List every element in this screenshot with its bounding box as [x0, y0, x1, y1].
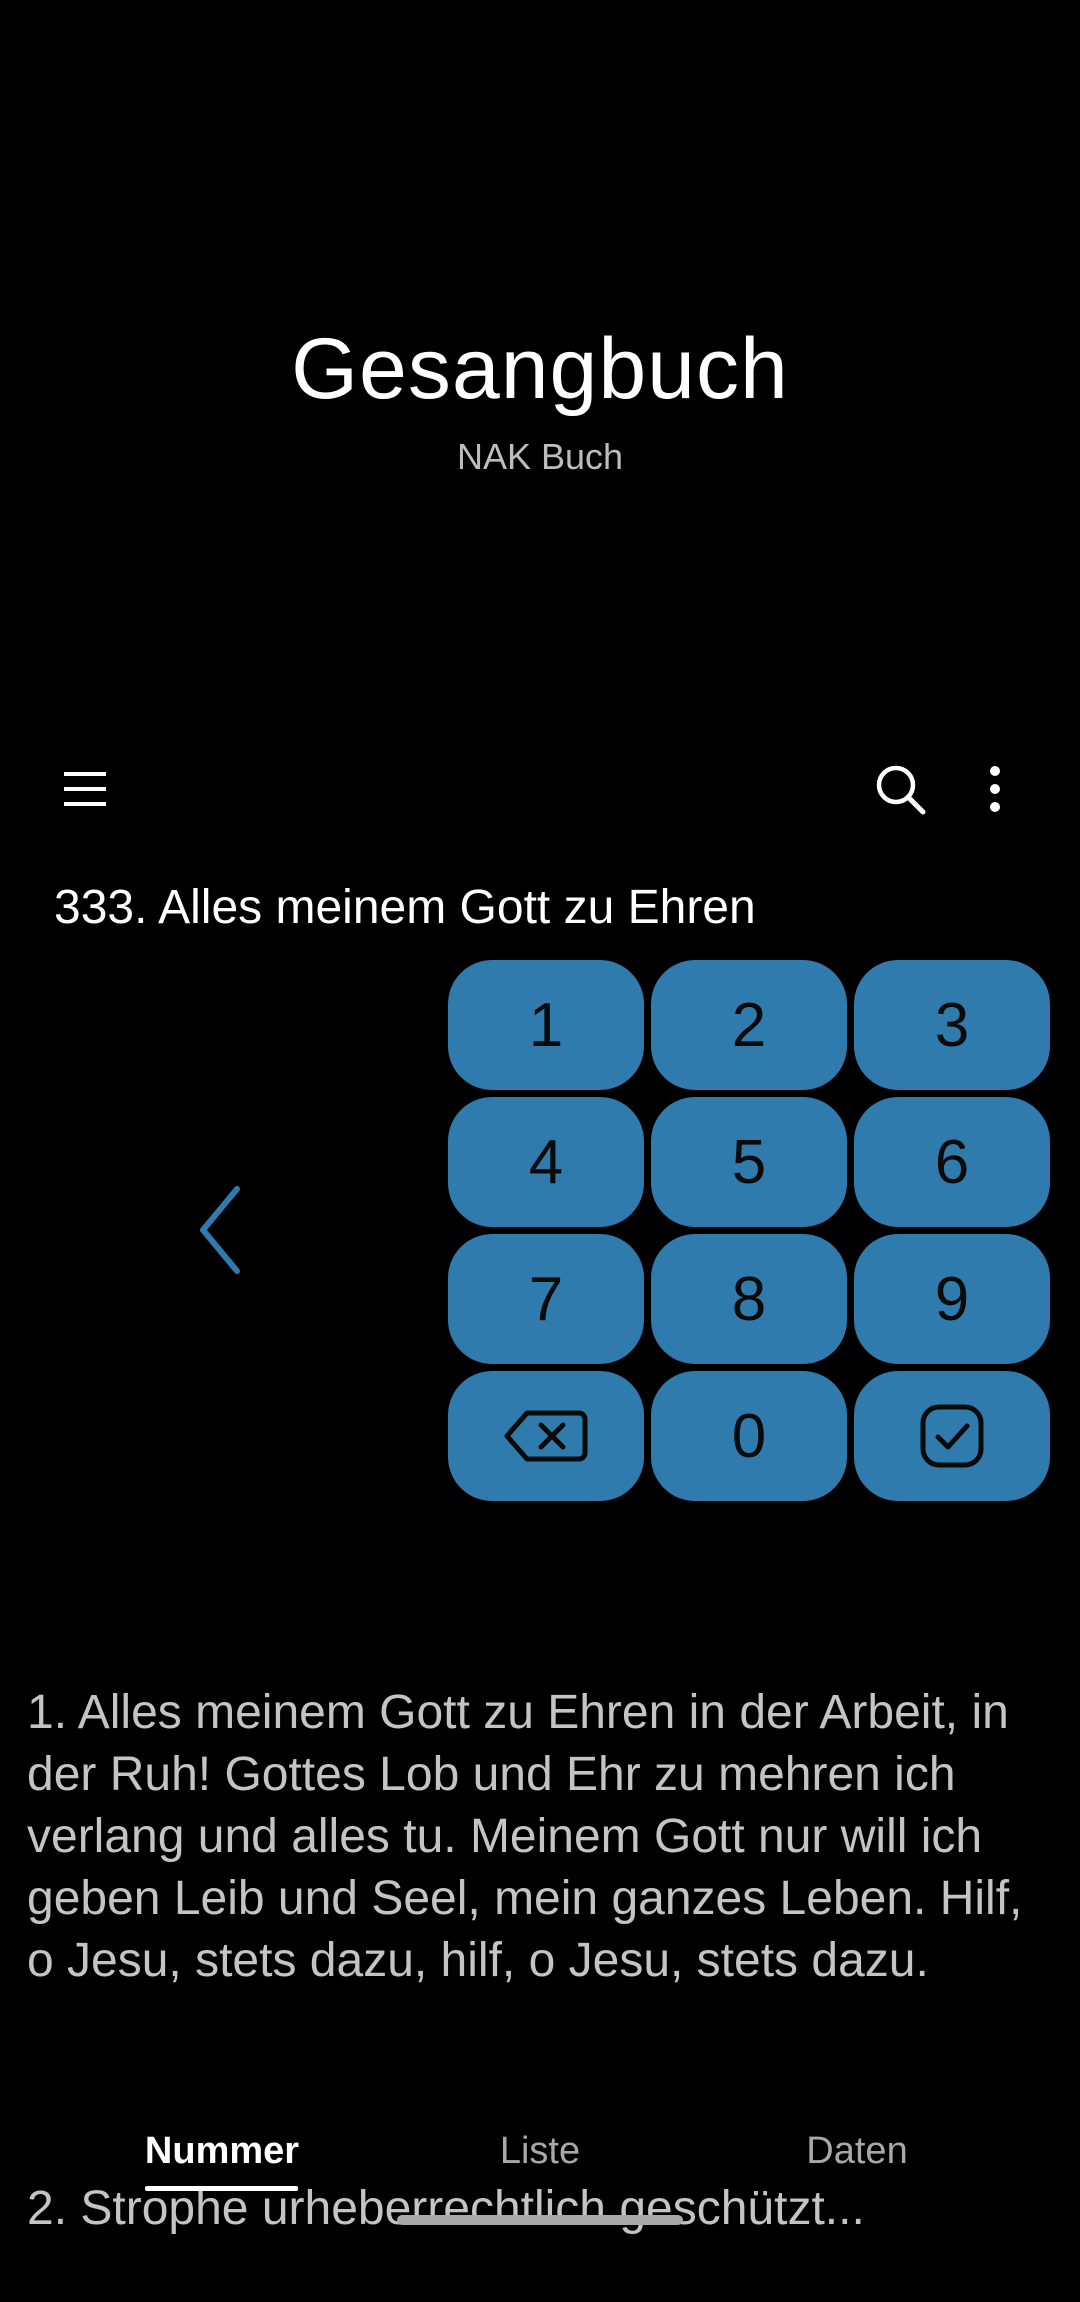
key-0[interactable]: 0 [651, 1371, 847, 1501]
more-vert-icon [990, 766, 1000, 812]
hamburger-menu-icon [64, 772, 106, 806]
tab-daten[interactable]: Daten [697, 2130, 1017, 2173]
check-square-icon [920, 1404, 984, 1468]
key-1[interactable]: 1 [448, 960, 644, 1090]
song-title: 333. Alles meinem Gott zu Ehren [54, 881, 756, 934]
bottom-navigation: Nummer Liste Daten [0, 2130, 1080, 2190]
chevron-left-icon [200, 1186, 240, 1274]
search-button[interactable] [855, 744, 945, 834]
key-2[interactable]: 2 [651, 960, 847, 1090]
gesture-navigation-bar[interactable] [397, 2215, 683, 2225]
menu-button[interactable] [40, 744, 130, 834]
app-subtitle: NAK Buch [456, 436, 624, 477]
tab-nummer[interactable]: Nummer [62, 2130, 382, 2173]
confirm-key[interactable] [854, 1371, 1050, 1501]
search-icon [876, 765, 926, 815]
number-keypad: 1 2 3 4 5 6 7 8 9 0 [448, 960, 1050, 1501]
key-9[interactable]: 9 [854, 1234, 1050, 1364]
key-7[interactable]: 7 [448, 1234, 644, 1364]
tab-liste[interactable]: Liste [380, 2130, 700, 2173]
key-8[interactable]: 8 [651, 1234, 847, 1364]
key-3[interactable]: 3 [854, 960, 1050, 1090]
backspace-key[interactable] [448, 1371, 644, 1501]
key-6[interactable]: 6 [854, 1097, 1050, 1227]
active-tab-indicator [145, 2186, 298, 2191]
more-options-button[interactable] [950, 744, 1040, 834]
app-title: Gesangbuch [291, 321, 789, 417]
backspace-icon [504, 1410, 588, 1462]
previous-song-button[interactable] [180, 1170, 260, 1290]
key-5[interactable]: 5 [651, 1097, 847, 1227]
key-4[interactable]: 4 [448, 1097, 644, 1227]
lyrics-verse-1: 1. Alles meinem Gott zu Ehren in der Arb… [27, 1686, 1036, 1987]
